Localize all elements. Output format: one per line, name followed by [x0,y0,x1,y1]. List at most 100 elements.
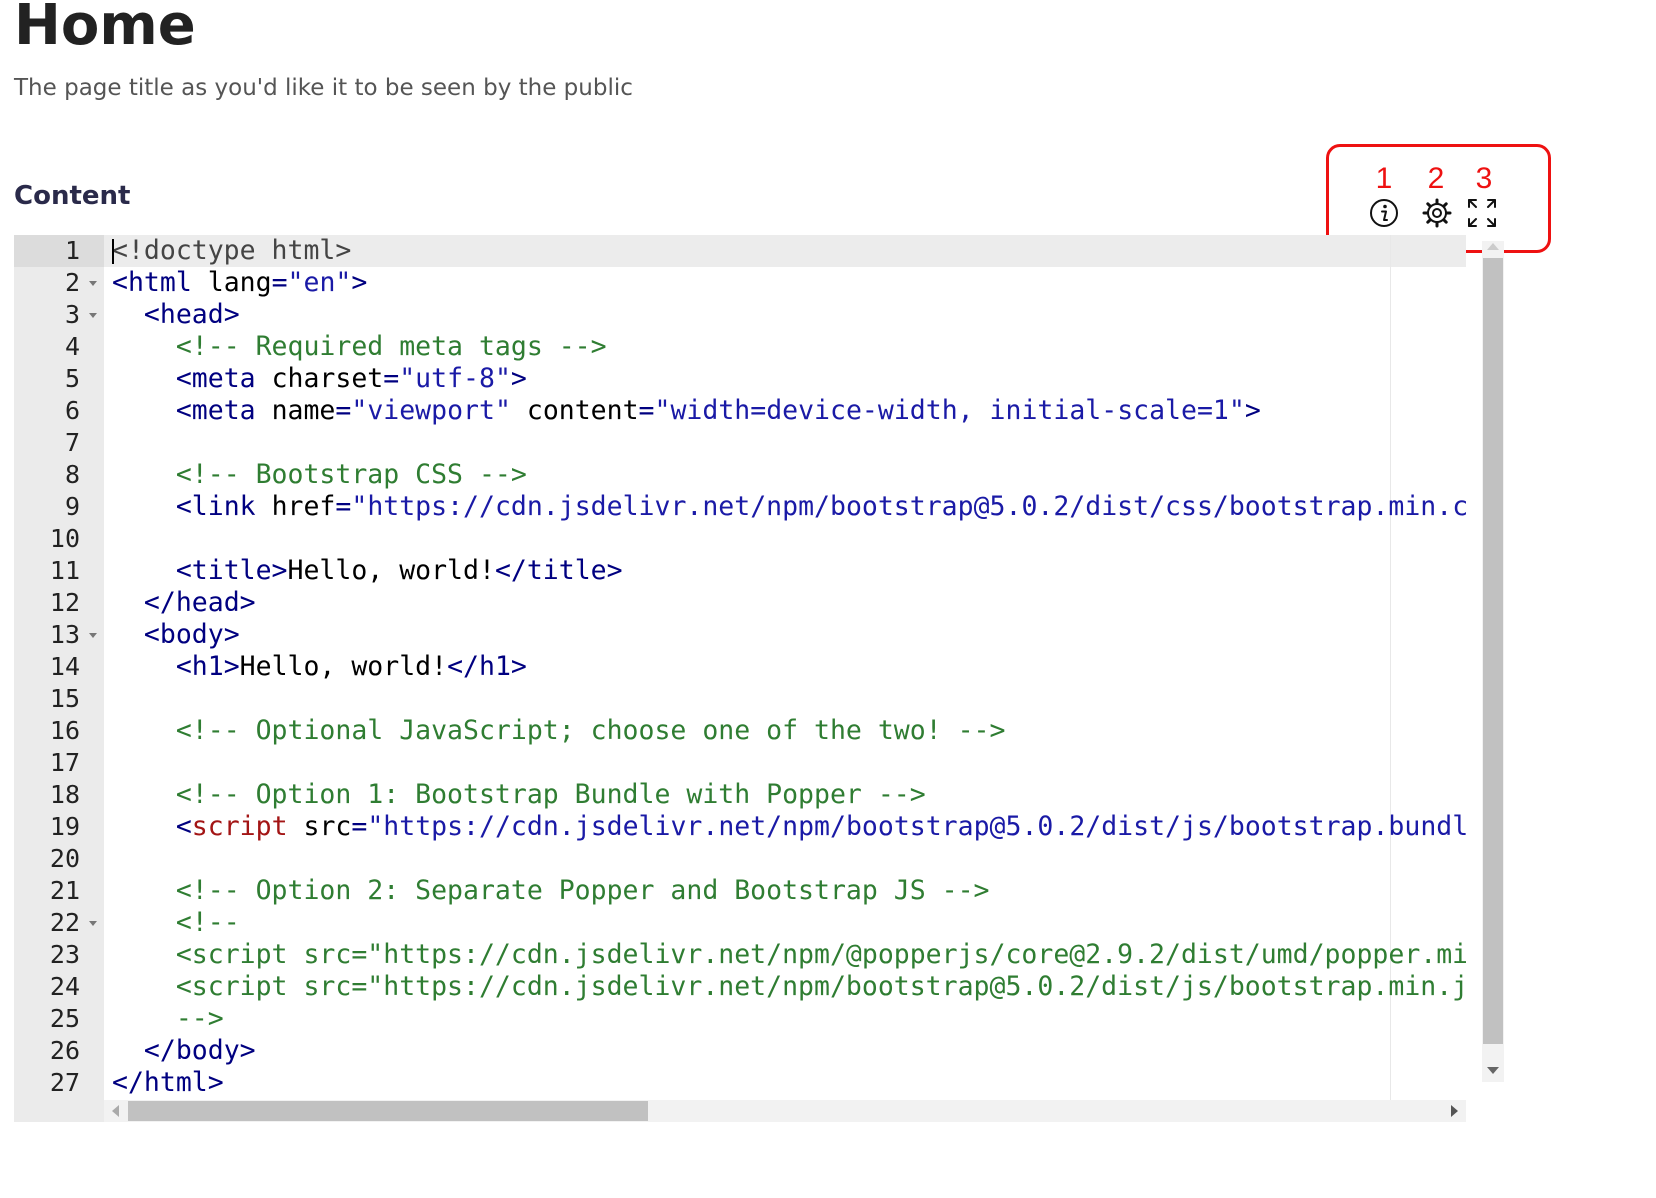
gutter-row: 4 [14,331,104,363]
code-line[interactable]: <meta name="viewport" content="width=dev… [112,395,1261,427]
code-line[interactable]: <script src="https://cdn.jsdelivr.net/np… [112,811,1466,843]
fold-toggle-icon[interactable] [89,633,97,638]
line-number: 15 [49,684,80,713]
code-token: <title> [175,555,288,586]
gutter-row: 5 [14,363,104,395]
fold-toggle-icon[interactable] [89,281,97,286]
code-line[interactable]: <meta charset="utf-8"> [112,363,527,395]
page-title-help-text: The page title as you'd like it to be se… [14,75,633,101]
code-line[interactable]: </body> [112,1035,256,1067]
gutter-row: 16 [14,715,104,747]
fold-toggle-icon[interactable] [89,921,97,926]
gutter-row: 22 [14,907,104,939]
line-number: 20 [49,844,80,873]
code-line[interactable]: <script src="https://cdn.jsdelivr.net/np… [112,939,1466,971]
code-token: = [335,491,352,522]
info-icon[interactable] [1367,196,1401,230]
line-number: 10 [49,524,80,553]
code-token: = [383,363,400,394]
code-line[interactable]: <!doctype html> [112,235,351,267]
fullscreen-icon[interactable] [1465,196,1499,230]
code-line[interactable]: </head> [112,587,256,619]
gutter-row: 12 [14,587,104,619]
gutter-row: 9 [14,491,104,523]
code-token: </title> [494,555,623,586]
gutter-row: 19 [14,811,104,843]
code-line[interactable]: <link href="https://cdn.jsdelivr.net/npm… [112,491,1466,523]
gutter-row: 20 [14,843,104,875]
scroll-left-arrow-icon[interactable] [112,1105,119,1117]
code-token: <body> [143,619,240,650]
scroll-down-arrow-icon[interactable] [1487,1067,1499,1074]
line-number: 9 [64,492,80,521]
line-number: 8 [64,460,80,489]
code-text-area[interactable]: <!doctype html> <html lang="en"> <head> <… [112,235,1466,1100]
code-line[interactable]: <!-- Bootstrap CSS --> [112,459,527,491]
gutter-row: 14 [14,651,104,683]
line-number: 13 [49,620,80,649]
code-line[interactable]: <h1>Hello, world!</h1> [112,651,527,683]
code-token: <script src="https://cdn.jsdelivr.net/np… [175,939,1466,970]
gutter-row: 7 [14,427,104,459]
gutter-row: 8 [14,459,104,491]
code-line[interactable]: <head> [112,299,240,331]
code-token: src [287,811,352,842]
code-line[interactable]: <!-- Option 2: Separate Popper and Boots… [112,875,990,907]
code-line[interactable]: <script src="https://cdn.jsdelivr.net/np… [112,971,1466,1003]
code-line[interactable]: <html lang="en"> [112,267,367,299]
code-editor[interactable]: 1 2 3 4 5 6 7 8 9 10 11 12 13 14 15 16 17 18 19 20 21 22 23 24 2… [14,235,1466,1122]
code-token: <script src="https://cdn.jsdelivr.net/np… [175,971,1466,1002]
code-line[interactable]: <body> [112,619,240,651]
code-line[interactable]: <title>Hello, world!</title> [112,555,623,587]
gutter-row: 15 [14,683,104,715]
code-line[interactable]: <!-- Required meta tags --> [112,331,607,363]
code-token: Hello, world! [239,651,448,682]
fold-toggle-icon[interactable] [89,313,97,318]
code-line[interactable]: <!-- [112,907,240,939]
line-number: 26 [49,1036,80,1065]
line-number: 11 [49,556,80,585]
code-token: lang [191,267,272,298]
code-token: content [510,395,639,426]
gutter-row: 6 [14,395,104,427]
annotation-number-2: 2 [1427,162,1445,195]
code-token: = [638,395,655,426]
code-line[interactable]: <!-- Option 1: Bootstrap Bundle with Pop… [112,779,926,811]
code-token: charset [255,363,384,394]
line-number: 27 [49,1068,80,1097]
code-token: Hello, world! [287,555,495,586]
horizontal-scrollbar-thumb[interactable] [128,1101,648,1121]
code-line[interactable]: <!-- Optional JavaScript; choose one of … [112,715,1006,747]
code-token: = [271,267,288,298]
line-number: 4 [64,332,80,361]
code-token: --> [175,1003,224,1034]
code-line[interactable]: </html> [112,1067,224,1099]
gutter-row: 10 [14,523,104,555]
gear-icon[interactable] [1420,196,1454,230]
code-token: <!-- Option 2: Separate Popper and Boots… [175,875,990,906]
gutter-row: 18 [14,779,104,811]
line-number: 3 [64,300,80,329]
line-number: 16 [49,716,80,745]
scroll-right-arrow-icon[interactable] [1451,1105,1458,1117]
scroll-up-arrow-icon[interactable] [1487,243,1499,250]
line-number: 17 [49,748,80,777]
code-token: script [191,811,288,842]
code-token: <!-- Optional JavaScript; choose one of … [175,715,1006,746]
line-number: 19 [49,812,80,841]
code-line[interactable]: --> [112,1003,224,1035]
line-number: 2 [64,268,80,297]
vertical-scrollbar-thumb[interactable] [1483,258,1503,1044]
line-number: 24 [49,972,80,1001]
